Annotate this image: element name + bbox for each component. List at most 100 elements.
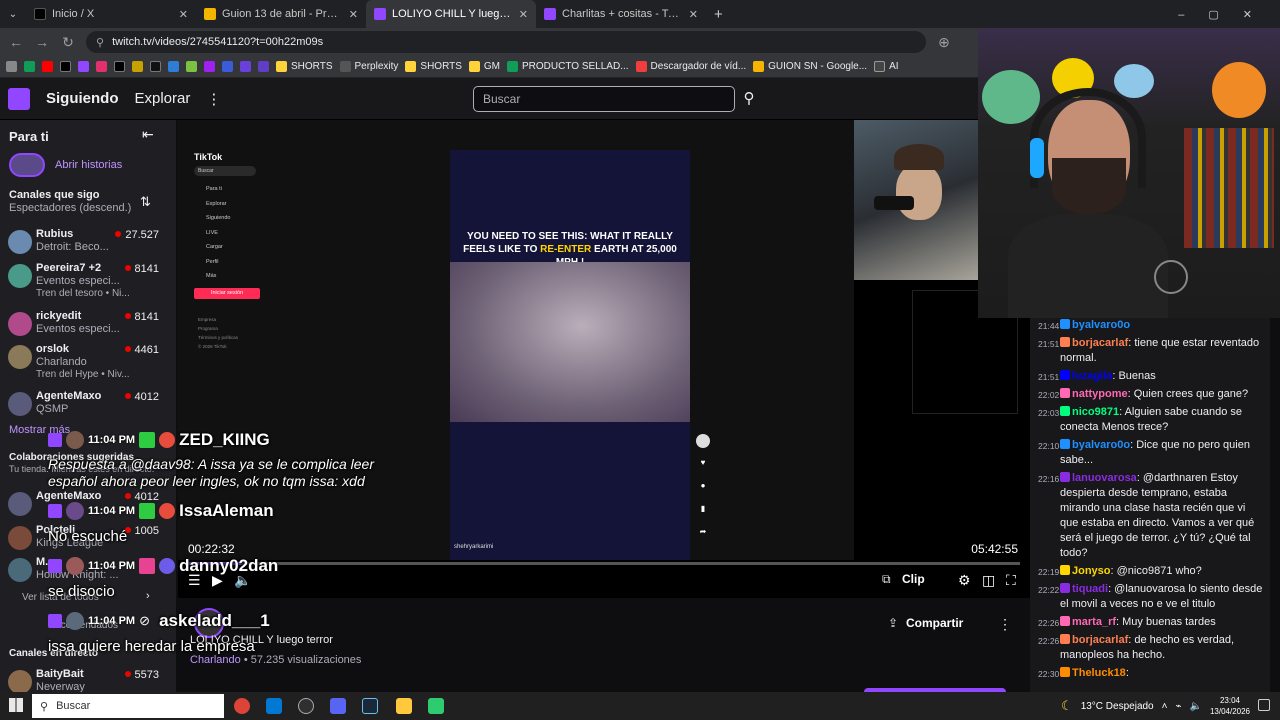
video-player[interactable]: TikTok Buscar Para ti Explorar Siguiendo… [178, 120, 1030, 598]
share-button[interactable]: Compartir [906, 616, 963, 630]
bookmark-ai[interactable]: AI [874, 61, 899, 72]
show-more-link[interactable]: Mostrar más [9, 424, 70, 436]
volume-icon[interactable]: 🔈 [234, 572, 251, 589]
search-input[interactable]: Buscar [473, 86, 735, 112]
browser-tab-3[interactable]: LOLIYO CHILL Y luego terror - T✕ [366, 0, 536, 28]
close-icon[interactable]: ✕ [519, 8, 528, 21]
open-stories-link[interactable]: Abrir historias [55, 159, 122, 171]
bookmark-descargador[interactable]: Descargador de víd... [635, 61, 746, 72]
chevron-up-icon[interactable]: ˄ [1162, 701, 1168, 712]
nav-browse[interactable]: Explorar [135, 90, 191, 107]
weather-text[interactable]: 13°C Despejado [1081, 701, 1154, 712]
tab-search-icon[interactable]: ⌄ [0, 9, 26, 20]
theatre-mode-icon[interactable]: ◫ [982, 572, 995, 589]
tiktok-icon[interactable] [150, 61, 161, 72]
collab-item[interactable]: M... Hollow Knight: ... [6, 554, 171, 590]
show-all-link[interactable]: Ver lista de todos [22, 592, 99, 603]
stories-avatar[interactable] [9, 153, 45, 177]
new-tab-button[interactable]: + [714, 6, 723, 23]
chat-username[interactable]: byalvaro0o [1072, 439, 1130, 451]
chat-username[interactable]: borjacarlaf [1072, 337, 1128, 349]
youtube-icon[interactable] [42, 61, 53, 72]
collab-item[interactable]: AgenteMaxo 4012 [6, 488, 171, 524]
apps-icon[interactable] [6, 61, 17, 72]
category-link[interactable]: Charlando [190, 654, 241, 666]
chat-username[interactable]: byalvaro0o [1072, 319, 1130, 331]
sort-icon[interactable]: ⇅ [140, 194, 151, 210]
bookmark-producto[interactable]: PRODUCTO SELLAD... [507, 61, 629, 72]
back-icon[interactable]: ← [8, 34, 24, 50]
fullscreen-icon[interactable]: ⛶ [1006, 572, 1016, 589]
settings-icon[interactable]: ⚙ [958, 572, 971, 589]
more-icon[interactable]: ⋮ [206, 90, 221, 108]
collapse-sidebar-icon[interactable]: ⇤ [142, 126, 154, 143]
chat-username[interactable]: marta_rf [1072, 616, 1116, 628]
network-icon[interactable]: ⌁ [1175, 701, 1181, 712]
folder-icon[interactable] [396, 698, 412, 714]
url-field[interactable]: ⚲ twitch.tv/videos/2745541120?t=00h22m09s [86, 31, 926, 53]
clip-icon[interactable]: ⧉ [882, 572, 891, 587]
bookmark-shorts-2[interactable]: SHORTS [405, 61, 462, 72]
chrome-icon[interactable] [234, 698, 250, 714]
sheets-icon[interactable] [24, 61, 35, 72]
bookmark-icon[interactable] [168, 61, 179, 72]
clip-button[interactable]: Clip [902, 572, 925, 586]
forward-icon[interactable]: → [34, 34, 50, 50]
notification-icon[interactable] [1258, 699, 1270, 711]
channel-item[interactable]: Rubius Detroit: Beco... 27.527 [6, 226, 171, 262]
close-icon[interactable]: ✕ [689, 8, 698, 21]
chat-username[interactable]: luzagila [1072, 370, 1112, 382]
channel-item[interactable]: orslok Charlando Tren del Hype • Niv... 446… [6, 341, 171, 380]
channel-item[interactable]: Peereira7 +2 Eventos especi... Tren del te… [6, 260, 171, 299]
close-icon[interactable]: ✕ [349, 8, 358, 21]
weather-icon[interactable]: ☾ [1061, 698, 1073, 714]
chat-username[interactable]: nattypome [1072, 388, 1128, 400]
browser-tab-4[interactable]: Charlitas + cositas - Twitch ✕ [536, 0, 706, 28]
chat-username[interactable]: tiquadi [1072, 583, 1108, 595]
live-channel-item[interactable]: BaityBait Neverway 5573 [6, 666, 171, 692]
bookmark-icon[interactable] [132, 61, 143, 72]
chat-username[interactable]: Theluck18 [1072, 667, 1126, 679]
bookmark-guion[interactable]: GUION SN - Google... [753, 61, 867, 72]
bookmark-icon[interactable] [204, 61, 215, 72]
close-icon[interactable]: ✕ [179, 8, 188, 21]
site-info-icon[interactable]: ⚲ [96, 36, 104, 49]
nav-following[interactable]: Siguiendo [46, 90, 119, 107]
steam-icon[interactable] [362, 698, 378, 714]
more-options-icon[interactable]: ⋮ [998, 616, 1012, 633]
twitch-logo-icon[interactable] [8, 87, 30, 110]
bookmark-icon[interactable] [240, 61, 251, 72]
tiktok-icon[interactable] [114, 61, 125, 72]
zoom-icon[interactable]: ⊕ [936, 34, 952, 51]
browser-tab-2[interactable]: Guion 13 de abril - Presentacio✕ [196, 0, 366, 28]
twitch-icon[interactable] [78, 61, 89, 72]
bookmark-shorts[interactable]: SHORTS [276, 61, 333, 72]
outlook-icon[interactable] [266, 698, 282, 714]
reload-icon[interactable]: ↻ [60, 34, 76, 51]
windows-start-icon[interactable] [9, 698, 23, 712]
bookmark-perplexity[interactable]: Perplexity [339, 61, 398, 72]
play-icon[interactable]: ▶ [212, 572, 223, 589]
collab-item[interactable]: Polcteli Kings League 1005 [6, 522, 171, 558]
instagram-icon[interactable] [96, 61, 107, 72]
window-controls[interactable]: –▢✕ [1178, 8, 1280, 21]
share-icon[interactable]: ⇪ [888, 616, 898, 630]
bookmark-gm[interactable]: GM [468, 61, 500, 72]
chevron-right-icon[interactable]: › [146, 590, 150, 602]
bookmark-icon[interactable] [222, 61, 233, 72]
chapters-icon[interactable]: ☰ [188, 572, 201, 589]
x-icon[interactable] [60, 61, 71, 72]
taskbar-search[interactable]: ⚲ Buscar [32, 694, 224, 718]
chat-username[interactable]: borjacarlaf [1072, 634, 1128, 646]
discord-icon[interactable] [330, 698, 346, 714]
bookmark-icon[interactable] [258, 61, 269, 72]
chat-username[interactable]: lanuovarosa [1072, 472, 1137, 484]
seek-bar[interactable] [186, 562, 1020, 565]
channel-item[interactable]: rickyedit Eventos especi... 8141 [6, 308, 171, 344]
app-icon[interactable] [428, 698, 444, 714]
chat-username[interactable]: nico9871 [1072, 406, 1119, 418]
volume-icon[interactable]: 🔈 [1190, 701, 1202, 712]
search-icon[interactable]: ⚲ [738, 86, 760, 112]
chat-username[interactable]: Jonyso [1072, 565, 1111, 577]
bookmark-icon[interactable] [186, 61, 197, 72]
